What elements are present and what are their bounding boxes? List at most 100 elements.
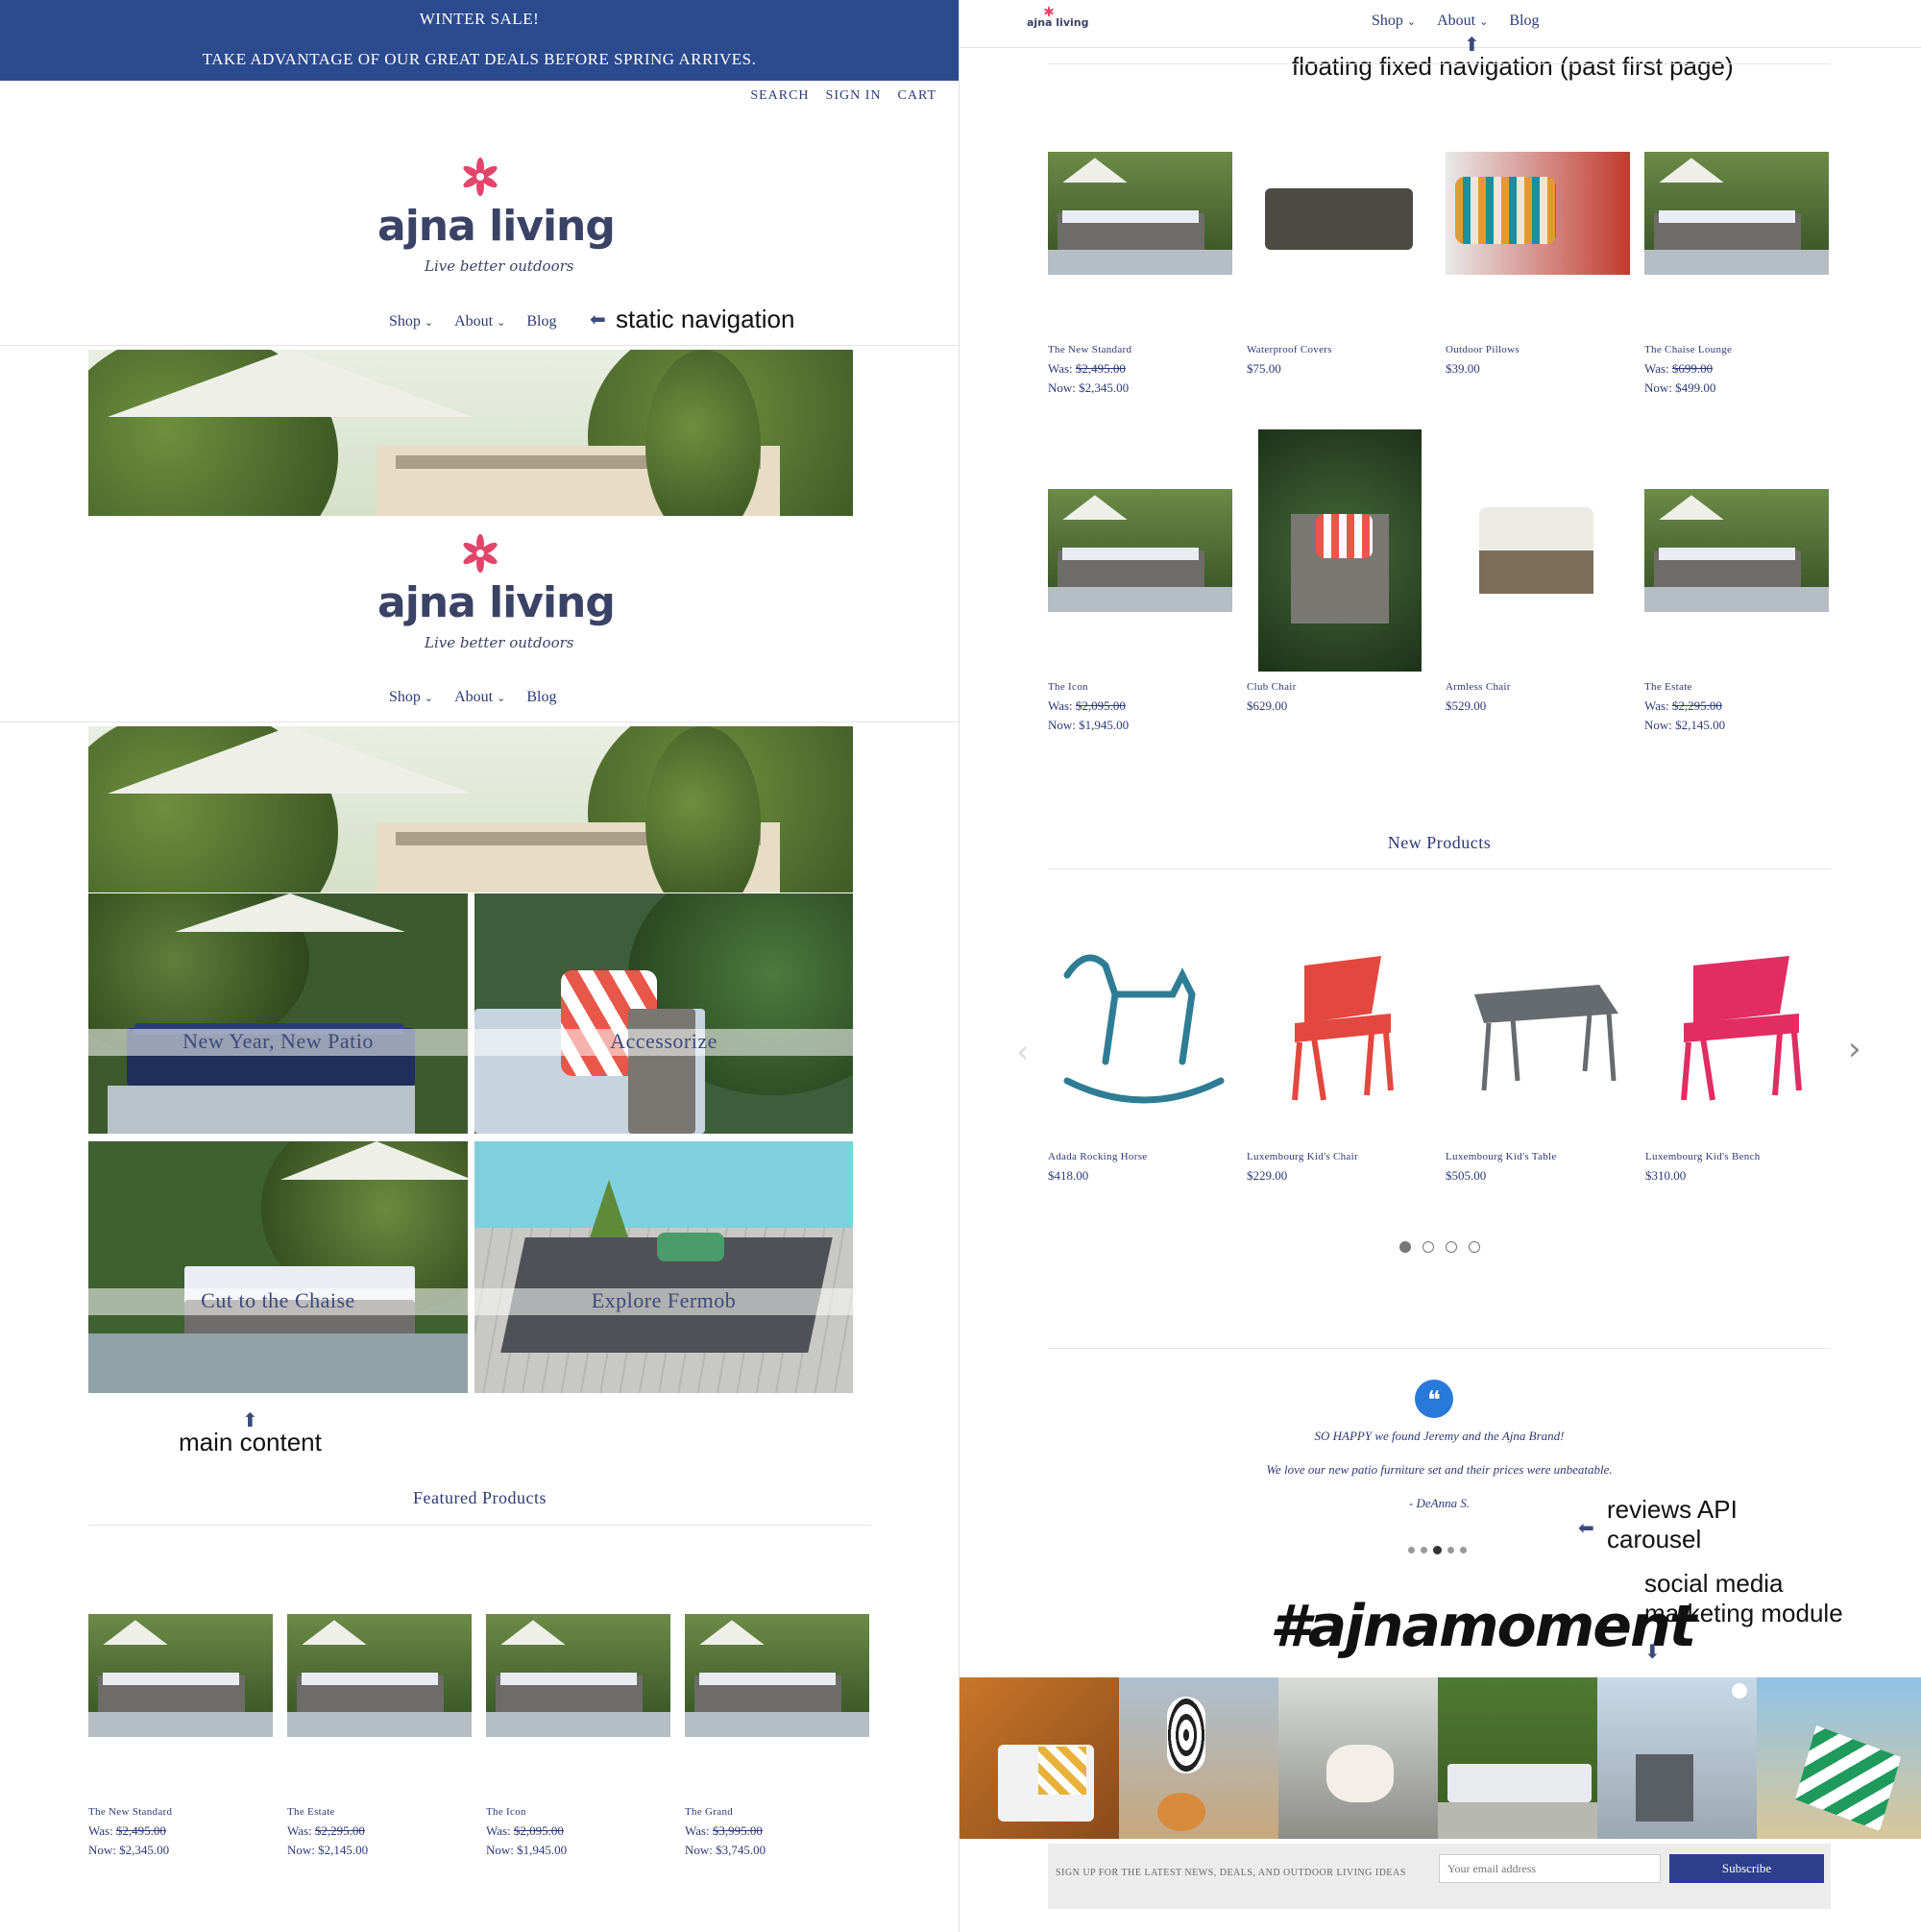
product-name: The Icon	[486, 1806, 526, 1818]
instagram-photo[interactable]	[1757, 1677, 1921, 1839]
instagram-photo[interactable]	[960, 1677, 1119, 1839]
product-card[interactable]: The Estate Was: $2,295.00 Now: $2,145.00	[287, 1806, 470, 1860]
tile-label: New Year, New Patio	[88, 1029, 468, 1056]
instagram-photo[interactable]	[1278, 1677, 1438, 1839]
product-image[interactable]	[1247, 937, 1439, 1110]
review-line-2: We love our new patio furniture set and …	[1266, 1462, 1613, 1477]
was-price: $2,495.00	[1075, 361, 1126, 376]
flower-logo-icon[interactable]	[459, 156, 501, 198]
product-card[interactable]: Armless Chair $529.00	[1446, 681, 1628, 716]
product-card[interactable]: The Icon Was: $2,095.00 Now: $1,945.00	[486, 1806, 669, 1860]
nav-blog[interactable]: Blog	[526, 313, 556, 330]
product-was: Was: $2,095.00	[1048, 697, 1230, 716]
carousel-prev-icon[interactable]: ‹	[1016, 1033, 1030, 1071]
nav-about[interactable]: About ⌄	[1437, 12, 1488, 30]
brand-wordmark[interactable]: ajna living	[377, 578, 616, 627]
review-dot[interactable]	[1460, 1547, 1467, 1553]
review-dot-active[interactable]	[1433, 1546, 1442, 1554]
search-link[interactable]: SEARCH	[750, 88, 809, 104]
review-dot[interactable]	[1408, 1547, 1415, 1553]
product-image[interactable]	[1247, 152, 1431, 275]
instagram-photo[interactable]	[1119, 1677, 1278, 1839]
product-card[interactable]: The New Standard Was: $2,495.00 Now: $2,…	[88, 1806, 271, 1860]
product-card[interactable]: Adada Rocking Horse $418.00	[1048, 1151, 1230, 1186]
product-image[interactable]	[1446, 489, 1630, 612]
product-name: Club Chair	[1247, 681, 1297, 693]
nav-shop[interactable]: Shop ⌄	[1372, 12, 1416, 30]
was-price: $2,295.00	[314, 1823, 365, 1838]
flower-logo-icon[interactable]	[459, 532, 501, 575]
product-image[interactable]	[1644, 152, 1829, 275]
product-now: Now: $3,745.00	[685, 1841, 867, 1860]
product-card[interactable]: Luxembourg Kid's Bench $310.00	[1645, 1151, 1828, 1186]
product-image[interactable]	[88, 1614, 273, 1737]
annotation-main-content: main content	[179, 1428, 322, 1456]
cart-link[interactable]: CART	[898, 88, 937, 104]
product-image[interactable]	[1048, 937, 1240, 1110]
product-price: $418.00	[1048, 1168, 1089, 1183]
product-card[interactable]: Luxembourg Kid's Table $505.00	[1446, 1151, 1628, 1186]
carousel-dot[interactable]	[1423, 1241, 1434, 1253]
review-dot[interactable]	[1447, 1547, 1454, 1553]
category-tile-chaise[interactable]: Cut to the Chaise	[88, 1141, 468, 1393]
product-image[interactable]	[1048, 152, 1232, 275]
category-tile-fermob[interactable]: Explore Fermob	[474, 1141, 853, 1393]
nav-shop[interactable]: Shop ⌄	[389, 313, 433, 330]
promo-title: WINTER SALE!	[419, 10, 540, 28]
hashtag-heading[interactable]: #ajnamoment	[1270, 1593, 1696, 1660]
nav-shop[interactable]: Shop ⌄	[389, 689, 433, 706]
product-image[interactable]	[1048, 489, 1232, 612]
utility-links: SEARCH SIGN IN CART	[750, 88, 936, 104]
sign-in-link[interactable]: SIGN IN	[826, 88, 882, 104]
nav-about[interactable]: About ⌄	[454, 689, 505, 706]
nav-about[interactable]: About ⌄	[454, 313, 505, 330]
product-card[interactable]: The Chaise Lounge Was: $699.00 Now: $499…	[1644, 344, 1827, 398]
brand-wordmark-small[interactable]: ajna living	[1027, 16, 1088, 29]
product-card[interactable]: Club Chair $629.00	[1247, 681, 1429, 716]
was-label: Was:	[486, 1823, 511, 1838]
product-card[interactable]: Waterproof Covers $75.00	[1247, 344, 1429, 379]
nav-blog[interactable]: Blog	[526, 689, 556, 706]
product-image[interactable]	[1258, 429, 1422, 672]
product-name: Waterproof Covers	[1247, 344, 1332, 355]
instagram-photo[interactable]	[1597, 1677, 1757, 1839]
carousel-next-icon[interactable]: ›	[1848, 1030, 1861, 1068]
signup-label: SIGN UP FOR THE LATEST NEWS, DEALS, AND …	[1056, 1868, 1406, 1878]
product-now: Now: $499.00	[1644, 379, 1827, 398]
subscribe-button[interactable]: Subscribe	[1669, 1854, 1824, 1883]
nav-blog[interactable]: Blog	[1509, 12, 1539, 30]
brand-tagline: Live better outdoors	[425, 634, 574, 651]
category-tile-accessorize[interactable]: Accessorize	[474, 893, 853, 1134]
newsletter-signup: SIGN UP FOR THE LATEST NEWS, DEALS, AND …	[1048, 1844, 1831, 1909]
chevron-down-icon: ⌄	[497, 693, 506, 704]
product-image[interactable]	[486, 1614, 670, 1737]
product-image[interactable]	[685, 1614, 869, 1737]
tile-label: Explore Fermob	[474, 1288, 853, 1315]
product-name: Luxembourg Kid's Table	[1446, 1151, 1557, 1162]
was-price: $2,295.00	[1671, 698, 1722, 713]
brand-wordmark[interactable]: ajna living	[377, 202, 616, 251]
chevron-down-icon: ⌄	[1406, 16, 1417, 28]
email-input[interactable]	[1439, 1854, 1661, 1883]
product-image[interactable]	[1446, 937, 1638, 1110]
product-image[interactable]	[287, 1614, 472, 1737]
product-card[interactable]: Outdoor Pillows $39.00	[1446, 344, 1628, 379]
product-now: Now: $1,945.00	[1048, 716, 1230, 735]
carousel-dot[interactable]	[1469, 1241, 1480, 1253]
product-image[interactable]	[1446, 152, 1630, 275]
product-image[interactable]	[1644, 489, 1829, 612]
now-label: Now:	[1644, 718, 1672, 732]
tile-label: Cut to the Chaise	[88, 1288, 468, 1315]
product-card[interactable]: The Estate Was: $2,295.00 Now: $2,145.00	[1644, 681, 1827, 735]
product-card[interactable]: The New Standard Was: $2,495.00 Now: $2,…	[1048, 344, 1230, 398]
category-tile-new-year[interactable]: New Year, New Patio	[88, 893, 468, 1134]
review-dot[interactable]	[1421, 1547, 1427, 1553]
product-image[interactable]	[1645, 937, 1837, 1110]
quote-icon: ❝	[1415, 1380, 1453, 1418]
carousel-dot-active[interactable]	[1399, 1241, 1411, 1253]
product-card[interactable]: The Grand Was: $3,995.00 Now: $3,745.00	[685, 1806, 867, 1860]
product-card[interactable]: Luxembourg Kid's Chair $229.00	[1247, 1151, 1429, 1186]
instagram-photo[interactable]	[1438, 1677, 1597, 1839]
carousel-dot[interactable]	[1446, 1241, 1457, 1253]
product-card[interactable]: The Icon Was: $2,095.00 Now: $1,945.00	[1048, 681, 1230, 735]
